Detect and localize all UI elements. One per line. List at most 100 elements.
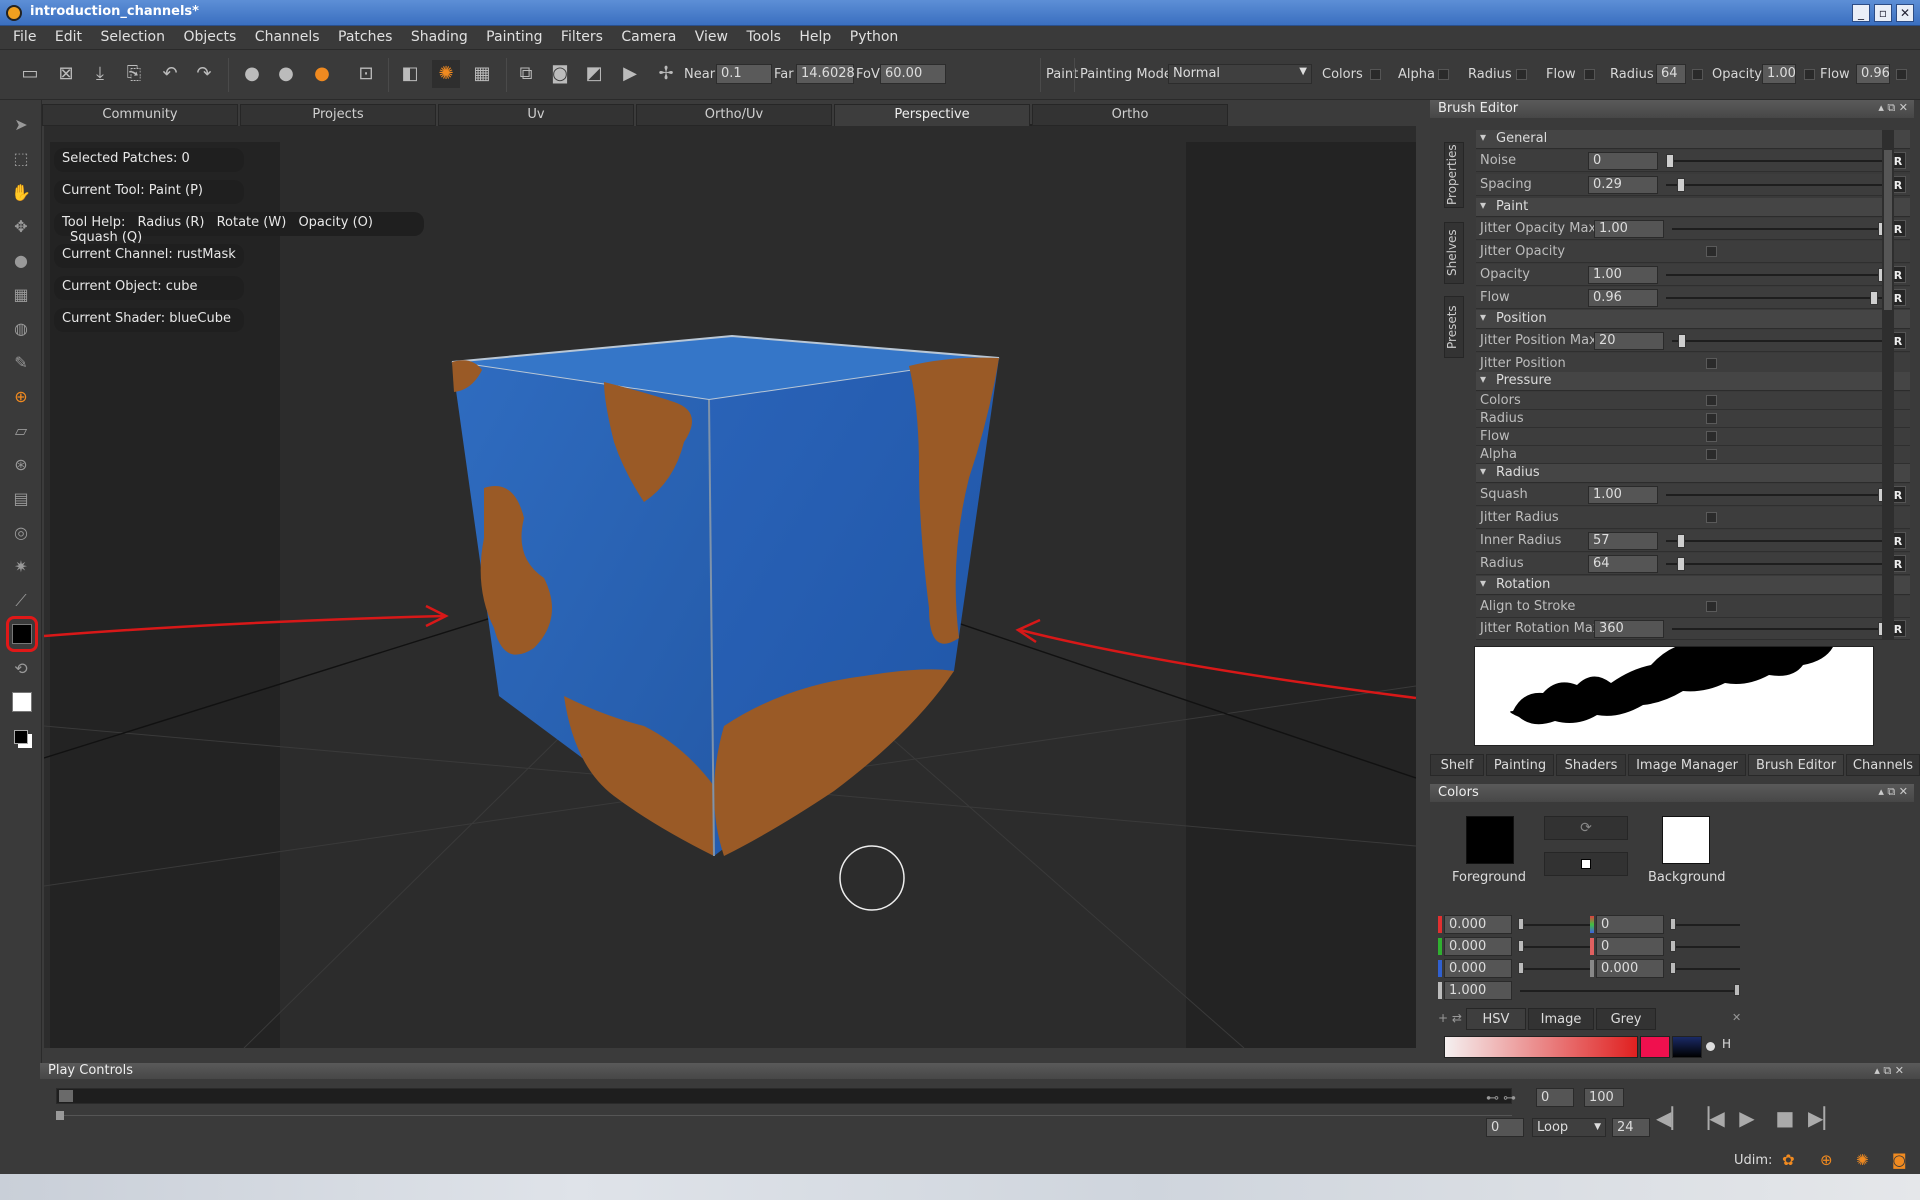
- panel-controls-icon[interactable]: ▴ ⧉ ✕: [1874, 1064, 1904, 1078]
- background-color-swatch[interactable]: [12, 692, 32, 712]
- noise-slider[interactable]: [1666, 154, 1886, 168]
- set-start-icon[interactable]: ⊷ ⊶: [1486, 1091, 1516, 1106]
- section-position[interactable]: Position: [1476, 310, 1910, 329]
- save-icon[interactable]: ⤓: [86, 60, 114, 88]
- side-tab-presets[interactable]: Presets: [1444, 296, 1464, 358]
- menu-objects[interactable]: Objects: [176, 26, 243, 45]
- jitter-opacity-checkbox[interactable]: [1706, 246, 1717, 257]
- blue-input[interactable]: 0.000: [1444, 959, 1512, 978]
- hue-slider[interactable]: [1670, 918, 1740, 930]
- pressure-flow-checkbox[interactable]: [1706, 431, 1717, 442]
- menu-view[interactable]: View: [688, 26, 735, 45]
- spacing-slider[interactable]: [1666, 178, 1886, 192]
- smooth-shading-icon[interactable]: ●: [272, 60, 300, 88]
- reset-colors-icon[interactable]: [14, 730, 28, 744]
- noise-slider-handle[interactable]: [1666, 154, 1674, 168]
- range-handle[interactable]: [56, 1111, 64, 1120]
- tab-ortho[interactable]: Ortho: [1032, 104, 1228, 126]
- move-icon[interactable]: ✥: [10, 216, 32, 238]
- minimize-button[interactable]: _: [1852, 4, 1870, 22]
- dock-tab-painting[interactable]: Painting: [1486, 754, 1554, 776]
- section-paint[interactable]: Paint: [1476, 198, 1910, 217]
- save-as-icon[interactable]: ⎘: [120, 60, 148, 88]
- value-slider[interactable]: [1670, 962, 1740, 974]
- panel-controls-icon[interactable]: ▴ ⧉ ✕: [1878, 101, 1908, 115]
- radius-row-slider-handle[interactable]: [1676, 557, 1685, 571]
- alpha-input[interactable]: 1.000: [1444, 981, 1512, 1000]
- menu-file[interactable]: File: [6, 26, 43, 45]
- green-slider-handle[interactable]: [1518, 940, 1524, 952]
- grid-icon[interactable]: ▦: [10, 284, 32, 306]
- close-file-icon[interactable]: ⊠: [52, 60, 80, 88]
- flow-pressure-checkbox[interactable]: [1584, 69, 1595, 80]
- radio-h-icon[interactable]: [1706, 1042, 1715, 1051]
- tab-hsv[interactable]: HSV: [1466, 1008, 1526, 1030]
- near-input[interactable]: 0.1: [716, 64, 772, 84]
- timeline-range[interactable]: [56, 1111, 1512, 1120]
- step-forward-icon[interactable]: ▶▏: [1808, 1103, 1839, 1133]
- saturation-input[interactable]: 0: [1596, 937, 1664, 956]
- green-input[interactable]: 0.000: [1444, 937, 1512, 956]
- menu-tools[interactable]: Tools: [739, 26, 788, 45]
- timeline-track[interactable]: [56, 1088, 1512, 1104]
- menu-python[interactable]: Python: [843, 26, 906, 45]
- menu-channels[interactable]: Channels: [248, 26, 327, 45]
- tab-uv[interactable]: Uv: [438, 104, 634, 126]
- current-frame-input[interactable]: 0: [1486, 1118, 1524, 1137]
- dock-tab-image-manager[interactable]: Image Manager: [1628, 754, 1746, 776]
- swap-colors-button[interactable]: ⟳: [1544, 816, 1628, 840]
- pressure-alpha-checkbox[interactable]: [1706, 449, 1717, 460]
- menu-selection[interactable]: Selection: [93, 26, 172, 45]
- section-radius[interactable]: Radius: [1476, 464, 1910, 483]
- radius-input[interactable]: 64: [1656, 64, 1686, 84]
- jitter-radius-checkbox[interactable]: [1706, 512, 1717, 523]
- status-gpu-icon[interactable]: ✺: [1856, 1151, 1869, 1169]
- end-frame-input[interactable]: 100: [1584, 1088, 1624, 1107]
- swap-colors-icon[interactable]: ⟲: [10, 658, 32, 680]
- timeline-handle[interactable]: [59, 1090, 73, 1102]
- spacing-input[interactable]: 0.29: [1588, 176, 1658, 194]
- stop-icon[interactable]: ■: [1770, 1103, 1800, 1133]
- paint-brush-tool-icon[interactable]: ⊕: [10, 386, 32, 408]
- undo-icon[interactable]: ↶: [156, 60, 184, 88]
- alpha-slider-handle[interactable]: [1734, 984, 1740, 996]
- hue-slider-handle[interactable]: [1670, 918, 1676, 930]
- gradient-icon[interactable]: ▤: [10, 488, 32, 510]
- section-general[interactable]: General: [1476, 130, 1910, 149]
- inner-radius-slider[interactable]: [1666, 534, 1886, 548]
- jitter-position-max-slider[interactable]: [1672, 334, 1886, 348]
- foreground-color-swatch[interactable]: [12, 624, 32, 644]
- eraser-icon[interactable]: ▱: [10, 420, 32, 442]
- step-back-icon[interactable]: ▕◀: [1694, 1103, 1725, 1133]
- saturation-gradient[interactable]: [1444, 1036, 1638, 1058]
- side-tab-shelves[interactable]: Shelves: [1444, 222, 1464, 284]
- dock-tab-shaders[interactable]: Shaders: [1556, 754, 1626, 776]
- far-input[interactable]: 14.6028: [796, 64, 855, 84]
- properties-scrollbar[interactable]: [1882, 130, 1894, 640]
- paint-through-icon[interactable]: ◧: [396, 60, 424, 88]
- tab-community[interactable]: Community: [42, 104, 238, 126]
- align-to-stroke-checkbox[interactable]: [1706, 601, 1717, 612]
- lasso-icon[interactable]: ◍: [10, 318, 32, 340]
- smear-icon[interactable]: ✷: [10, 556, 32, 578]
- value-swatch[interactable]: [1672, 1036, 1702, 1058]
- menu-painting[interactable]: Painting: [479, 26, 549, 45]
- bake-icon[interactable]: ▦: [468, 60, 496, 88]
- tab-ortho-uv[interactable]: Ortho/Uv: [636, 104, 832, 126]
- play-icon[interactable]: ▶: [1732, 1103, 1762, 1133]
- cube-mesh[interactable]: [451, 334, 1000, 857]
- opacity-row-input[interactable]: 1.00: [1588, 266, 1658, 284]
- scrollbar-thumb[interactable]: [1884, 150, 1892, 310]
- pin-tool-icon[interactable]: ✎: [10, 352, 32, 374]
- radius-row-slider[interactable]: [1666, 557, 1886, 571]
- tab-image[interactable]: Image: [1528, 1008, 1594, 1030]
- green-slider[interactable]: [1518, 940, 1592, 952]
- flow-row-slider[interactable]: [1666, 291, 1886, 305]
- squash-slider[interactable]: [1666, 488, 1886, 502]
- status-target-icon[interactable]: ⊕: [1820, 1151, 1833, 1169]
- fov-input[interactable]: 60.00: [880, 64, 946, 84]
- blue-slider[interactable]: [1518, 962, 1592, 974]
- paint-tool-icon[interactable]: ✺: [432, 60, 460, 88]
- squash-input[interactable]: 1.00: [1588, 486, 1658, 504]
- loop-select[interactable]: Loop ▼: [1532, 1118, 1606, 1137]
